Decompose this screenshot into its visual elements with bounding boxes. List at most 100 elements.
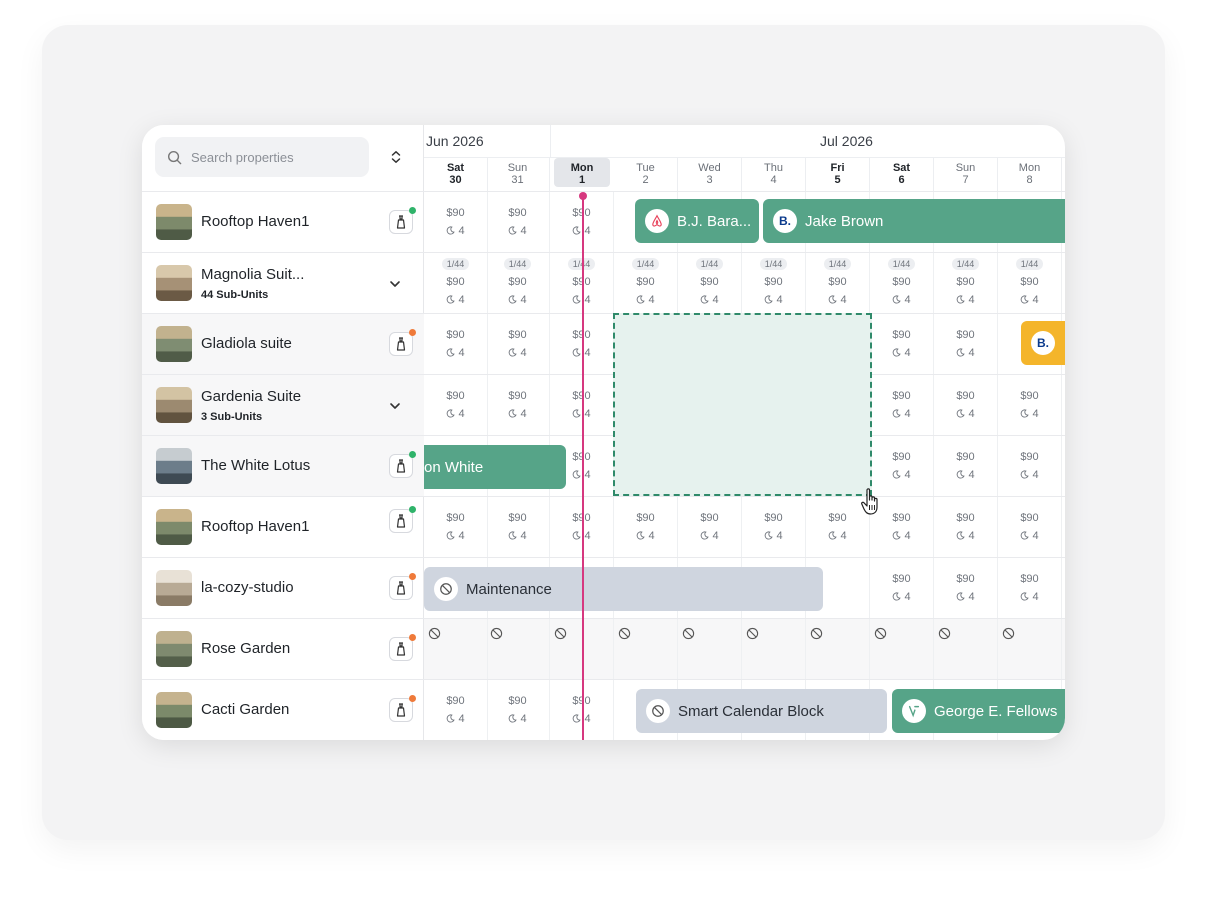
day-header[interactable]: Sun 31 [486, 158, 550, 191]
calendar-cell[interactable]: $90 4 [934, 375, 998, 436]
hand-cursor-icon [861, 488, 878, 515]
calendar-cell[interactable]: $90 4 [998, 436, 1062, 497]
day-number: 8 [1026, 174, 1033, 186]
property-row[interactable]: The White Lotus [142, 435, 424, 496]
search-input[interactable] [191, 149, 361, 165]
min-nights: 4 [458, 530, 465, 542]
cleaning-status-button[interactable] [389, 634, 416, 661]
reservation-guest: Jake Brown [805, 212, 884, 230]
calendar-cell[interactable]: $90 4 [870, 314, 934, 375]
calendar-cell[interactable]: $90 4 [870, 558, 934, 619]
smart-calendar-block[interactable]: Smart Calendar Block [636, 689, 887, 733]
cleaning-status-button[interactable] [389, 573, 416, 600]
calendar-cell[interactable]: $90 4 [486, 375, 550, 436]
property-row[interactable]: Rooftop Haven1 [142, 191, 424, 252]
nightly-price: $90 [1020, 573, 1039, 585]
calendar-cell[interactable]: $90 4 [486, 680, 550, 740]
calendar-cell[interactable]: $90 4 [998, 375, 1062, 436]
calendar-cell[interactable]: $90 4 [486, 314, 550, 375]
min-nights: 4 [520, 347, 527, 359]
calendar-cell[interactable] [678, 619, 742, 680]
cleaning-status-button[interactable] [389, 207, 416, 234]
property-row[interactable]: la-cozy-studio [142, 557, 424, 618]
calendar-cell[interactable]: $90 4 [934, 558, 998, 619]
calendar-cell[interactable]: $90 4 [424, 192, 488, 253]
day-header[interactable]: Thu 4 [742, 158, 806, 191]
calendar-cell[interactable] [614, 619, 678, 680]
calendar-cell[interactable] [486, 619, 550, 680]
calendar-cell[interactable]: $90 4 [424, 314, 488, 375]
calendar-cell[interactable] [742, 619, 806, 680]
calendar-cell[interactable]: $90 4 [486, 497, 550, 558]
day-header[interactable]: Tue 2 [614, 158, 678, 191]
property-row[interactable]: Magnolia Suit... 44 Sub-Units [142, 252, 424, 313]
calendar-cell[interactable]: $90 4 [424, 497, 488, 558]
sort-chevrons-icon [391, 151, 401, 163]
min-nights: 4 [968, 294, 975, 306]
min-nights-icon [447, 714, 456, 723]
calendar-cell[interactable]: 1/44 $90 4 [486, 253, 550, 314]
sort-toggle-button[interactable] [385, 146, 407, 168]
property-row[interactable]: Gardenia Suite 3 Sub-Units [142, 374, 424, 435]
nightly-price: $90 [446, 207, 465, 219]
date-range-selection[interactable] [613, 313, 872, 496]
calendar-cell[interactable]: $90 4 [934, 436, 998, 497]
day-header[interactable]: Fri 5 [806, 158, 870, 191]
day-header[interactable]: Sat 30 [424, 158, 488, 191]
reservation-bar[interactable]: on White [424, 445, 566, 489]
reservation-bar[interactable]: George E. Fellows [892, 689, 1065, 733]
calendar-cell[interactable] [870, 619, 934, 680]
calendar-row: 1/44 $90 4 1/44 $90 4 1/44 $90 4 1/44 $90 4 1/44 $90 4… [424, 252, 1065, 314]
calendar-cell[interactable]: 1/44 $90 4 [678, 253, 742, 314]
maintenance-block[interactable]: Maintenance [424, 567, 823, 611]
calendar-cell[interactable] [934, 619, 998, 680]
calendar-cell[interactable] [998, 619, 1062, 680]
property-row[interactable]: Gladiola suite [142, 313, 424, 374]
calendar-cell[interactable]: 1/44 $90 4 [998, 253, 1062, 314]
calendar-cell[interactable]: 1/44 $90 4 [870, 253, 934, 314]
calendar-cell[interactable]: $90 4 [998, 558, 1062, 619]
calendar-cell[interactable]: $90 4 [934, 497, 998, 558]
cleaning-status-button[interactable] [389, 695, 416, 722]
calendar-cell[interactable]: 1/44 $90 4 [424, 253, 488, 314]
calendar-cell[interactable]: $90 4 [486, 192, 550, 253]
calendar-cell[interactable]: $90 4 [742, 497, 806, 558]
chevron-down-icon[interactable] [388, 277, 402, 291]
reservation-bar[interactable]: B. [1021, 321, 1065, 365]
reservation-bar[interactable]: B.J. Bara... [635, 199, 759, 243]
reservation-bar[interactable]: B. Jake Brown [763, 199, 1065, 243]
calendar-cell[interactable]: $90 4 [998, 497, 1062, 558]
calendar-cell[interactable] [424, 619, 488, 680]
booking-icon: B. [1031, 331, 1055, 355]
calendar-cell[interactable]: $90 4 [678, 497, 742, 558]
cleaning-status-button[interactable] [389, 329, 416, 356]
day-header[interactable]: Wed 3 [678, 158, 742, 191]
calendar-cell[interactable]: $90 4 [870, 375, 934, 436]
calendar-cell[interactable]: $90 4 [424, 375, 488, 436]
calendar-cell[interactable] [806, 619, 870, 680]
calendar-cell[interactable]: $90 4 [614, 497, 678, 558]
calendar-cell[interactable]: 1/44 $90 4 [806, 253, 870, 314]
property-name: Rooftop Haven1 [201, 213, 310, 230]
min-nights: 4 [648, 294, 655, 306]
cleaning-status-button[interactable] [389, 451, 416, 478]
calendar-cell[interactable]: 1/44 $90 4 [614, 253, 678, 314]
calendar-cell[interactable]: 1/44 $90 4 [742, 253, 806, 314]
property-thumbnail [156, 631, 192, 667]
day-header[interactable]: Mon 8 [998, 158, 1062, 191]
day-header[interactable]: Sun 7 [934, 158, 998, 191]
property-row[interactable]: Rooftop Haven1 [142, 496, 424, 557]
calendar-cell[interactable]: 1/44 $90 4 [934, 253, 998, 314]
min-nights-icon [573, 409, 582, 418]
calendar-cell[interactable]: $90 4 [934, 314, 998, 375]
chevron-down-icon[interactable] [388, 399, 402, 413]
cleaning-status-button[interactable] [389, 506, 416, 533]
search-box[interactable] [155, 137, 369, 177]
min-nights-icon [893, 470, 902, 479]
day-header[interactable]: Mon 1 [554, 158, 610, 187]
property-row[interactable]: Rose Garden [142, 618, 424, 679]
min-nights: 4 [520, 294, 527, 306]
calendar-cell[interactable]: $90 4 [424, 680, 488, 740]
property-row[interactable]: Cacti Garden [142, 679, 424, 740]
day-header[interactable]: Sat 6 [870, 158, 934, 191]
